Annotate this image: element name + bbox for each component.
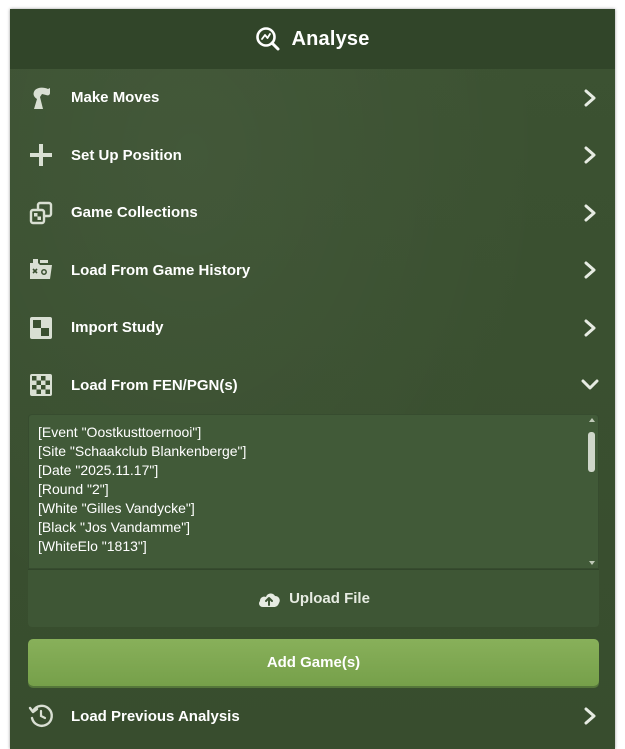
chevron-right-icon (581, 204, 599, 222)
scroll-up-arrow-icon[interactable] (589, 418, 595, 422)
scroll-thumb[interactable] (588, 432, 595, 472)
page-title: Analyse (291, 27, 370, 50)
menu-item-label: Import Study (71, 319, 164, 337)
board-icon (28, 315, 54, 341)
menu-item-load-from-game-history[interactable]: Load From Game History (10, 242, 615, 300)
upload-file-button[interactable]: Upload File (28, 569, 599, 627)
add-games-label: Add Game(s) (266, 654, 361, 671)
chevron-right-icon (581, 146, 599, 164)
menu-item-label: Set Up Position (71, 146, 182, 164)
menu-item-make-moves[interactable]: Make Moves (10, 69, 615, 127)
add-games-button[interactable]: Add Game(s) (28, 639, 599, 686)
menu-item-label: Load From FEN/PGN(s) (71, 376, 238, 394)
analyse-panel: Analyse Make Moves Set Up Position Game … (10, 9, 615, 749)
menu-item-load-previous-analysis[interactable]: Load Previous Analysis (10, 686, 615, 746)
plus-icon (28, 142, 54, 168)
chevron-right-icon (581, 89, 599, 107)
fen-pgn-textarea[interactable]: [Event "Oostkusttoernooi"] [Site "Schaak… (28, 414, 599, 569)
knight-icon (28, 85, 54, 111)
collections-icon (28, 200, 54, 226)
chevron-right-icon (581, 707, 599, 725)
history-icon (28, 703, 54, 729)
menu-item-label: Make Moves (71, 89, 160, 107)
panel-header: Analyse (10, 9, 615, 69)
history-folder-icon (28, 257, 54, 283)
menu-item-game-collections[interactable]: Game Collections (10, 184, 615, 242)
checker-icon (28, 372, 54, 398)
analysis-magnifier-icon (255, 26, 281, 52)
menu-item-import-study[interactable]: Import Study (10, 299, 615, 357)
chevron-right-icon (581, 261, 599, 279)
menu-item-label: Game Collections (71, 204, 198, 222)
menu-item-label: Load Previous Analysis (71, 707, 240, 725)
textarea-scrollbar[interactable] (588, 418, 595, 565)
chevron-down-icon (581, 376, 599, 394)
fen-pgn-text[interactable]: [Event "Oostkusttoernooi"] [Site "Schaak… (38, 423, 575, 565)
chevron-right-icon (581, 319, 599, 337)
menu-item-set-up-position[interactable]: Set Up Position (10, 127, 615, 185)
cloud-upload-icon (257, 589, 281, 609)
upload-file-label: Upload File (289, 590, 370, 607)
menu-item-label: Load From Game History (71, 261, 251, 279)
menu-item-load-from-fen-pgn[interactable]: Load From FEN/PGN(s) (10, 357, 615, 415)
scroll-down-arrow-icon[interactable] (589, 561, 595, 565)
